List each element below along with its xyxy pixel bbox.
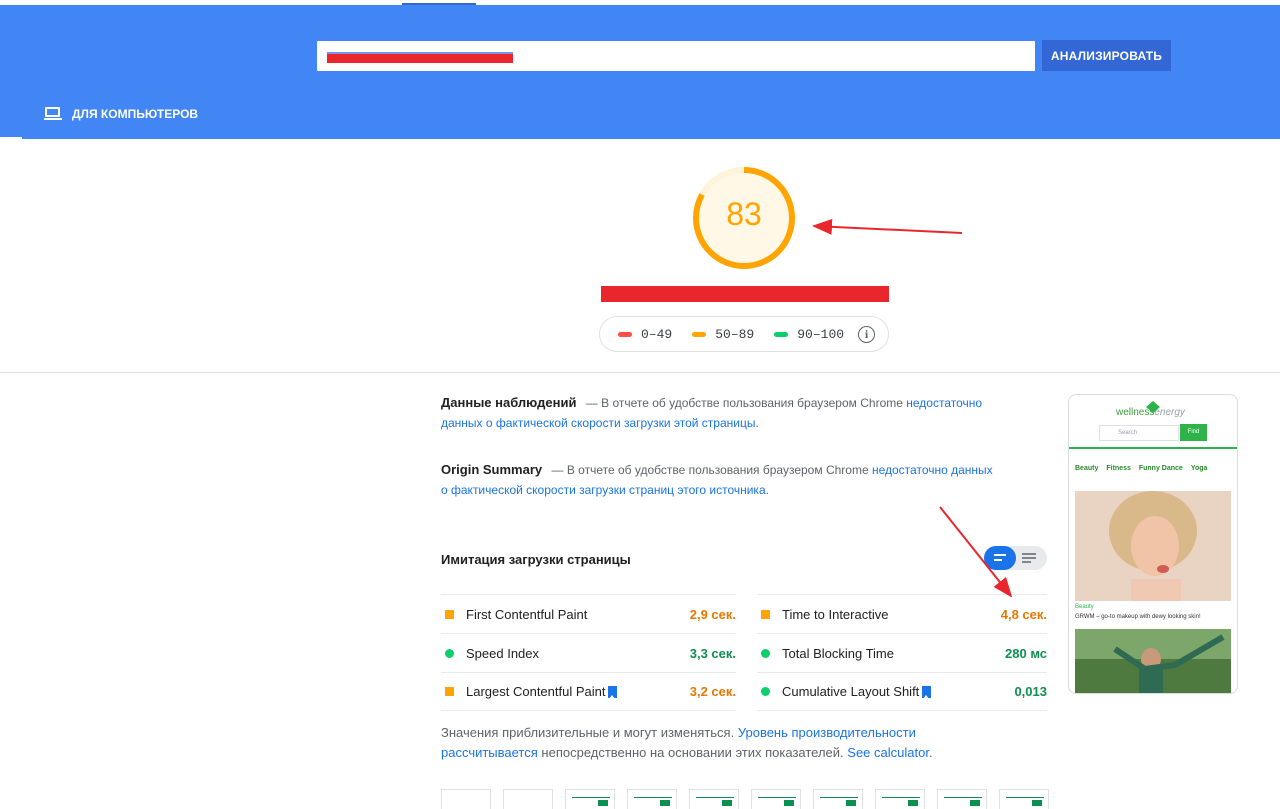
legend-item-fail: 0–49 [618, 327, 672, 342]
origin-summary-text: — В отчете об удобстве пользования брауз… [551, 463, 869, 477]
filmstrip-frame [441, 789, 491, 809]
article-headline: GRWM – go-to makeup with dewy looking sk… [1075, 614, 1201, 620]
metric-value: 2,9 сек. [689, 606, 736, 622]
analyze-button[interactable]: АНАЛИЗИРОВАТЬ [1042, 40, 1171, 71]
metric-total-blocking-time: Total Blocking Time 280 мс [757, 633, 1047, 672]
metric-largest-contentful-paint: Largest Contentful Paint 3,2 сек. [441, 672, 736, 711]
site-nav-item: Funny Dance [1138, 465, 1183, 472]
info-icon[interactable]: i [858, 325, 876, 343]
filmstrip-frame [751, 789, 801, 809]
legend-fail-marker [618, 331, 632, 337]
average-square-icon [445, 609, 454, 619]
site-search-input: Search [1099, 425, 1179, 441]
origin-summary-label: Origin Summary [441, 462, 543, 477]
metrics-column-left: First Contentful Paint 2,9 сек. Speed In… [441, 594, 736, 711]
metric-value: 0,013 [1014, 684, 1047, 699]
filmstrip-frame [813, 789, 863, 809]
url-title-redaction [601, 286, 889, 302]
note-text-2: непосредственно на основании этих показа… [537, 745, 848, 760]
metric-label: Speed Index [466, 645, 540, 661]
tab-desktop-label: ДЛЯ КОМПЬЮТЕРОВ [72, 107, 199, 121]
site-nav: Beauty Fitness Funny Dance Yoga [1075, 465, 1207, 472]
leaf-icon [1146, 401, 1160, 413]
arrow-to-score [812, 218, 963, 235]
score-legend: 0–49 50–89 90–100 i [599, 316, 889, 352]
filmstrip-frame [503, 789, 553, 809]
legend-item-pass: 90–100 [774, 327, 844, 342]
final-screenshot: wellnessenergy Search Find Beauty Fitnes… [1068, 394, 1238, 694]
bookmark-icon [922, 685, 932, 699]
legend-fail-label: 0–49 [641, 326, 673, 342]
field-data-text: — В отчете об удобстве пользования брауз… [585, 396, 903, 410]
section-divider [0, 372, 1280, 373]
field-data-section: Данные наблюдений — В отчете об удобстве… [441, 393, 1001, 433]
filmstrip-frame [999, 789, 1049, 809]
site-nav-item: Yoga [1190, 465, 1208, 472]
pagespeed-page: АНАЛИЗИРОВАТЬ ДЛЯ КОМПЬЮТЕРОВ 83 0–49 50… [0, 0, 1280, 809]
filmstrip-frame [875, 789, 925, 809]
legend-item-average: 50–89 [692, 327, 754, 342]
lab-data-title: Имитация загрузки страницы [441, 552, 631, 567]
pass-circle-icon [445, 648, 454, 658]
metrics-note: Значения приблизительные и могут изменят… [441, 723, 1001, 763]
metric-label: Total Blocking Time [782, 645, 894, 661]
metrics-column-right: Time to Interactive 4,8 сек. Total Block… [757, 594, 1047, 711]
filmstrip-frame [689, 789, 739, 809]
average-square-icon [761, 609, 770, 619]
pass-circle-icon [761, 687, 770, 696]
metric-label: Time to Interactive [782, 606, 889, 622]
origin-summary-period: . [765, 483, 769, 497]
filmstrip-frame [937, 789, 987, 809]
metric-time-to-interactive: Time to Interactive 4,8 сек. [757, 594, 1047, 633]
metric-speed-index: Speed Index 3,3 сек. [441, 633, 736, 672]
metric-value: 280 мс [1005, 645, 1047, 661]
site-nav-item: Beauty [1075, 465, 1099, 472]
metric-label: First Contentful Paint [466, 606, 588, 622]
filmstrip-frame [565, 789, 615, 809]
article-category: Beauty [1075, 604, 1094, 610]
legend-pass-label: 90–100 [797, 326, 845, 342]
metric-value: 4,8 сек. [1000, 606, 1047, 622]
calculator-link[interactable]: See calculator [847, 745, 929, 760]
bookmark-icon [608, 685, 618, 699]
note-text: Значения приблизительные и могут изменят… [441, 725, 738, 740]
origin-summary-section: Origin Summary — В отчете об удобстве по… [441, 460, 1001, 500]
note-period: . [928, 745, 933, 760]
pass-circle-icon [761, 648, 770, 658]
field-data-period: . [755, 416, 759, 430]
filmstrip-frame [627, 789, 677, 809]
metric-label: Cumulative Layout Shift [782, 684, 920, 699]
filmstrip [441, 789, 1061, 809]
legend-pass-marker [774, 331, 789, 337]
average-square-icon [445, 687, 454, 696]
metric-value: 3,3 сек. [689, 645, 736, 661]
site-logo: wellnessenergy [1116, 401, 1185, 418]
url-redaction [327, 52, 513, 63]
site-nav-item: Fitness [1106, 465, 1131, 472]
site-header-line [1069, 447, 1237, 449]
metric-cumulative-layout-shift: Cumulative Layout Shift 0,013 [757, 672, 1047, 711]
field-data-label: Данные наблюдений [441, 395, 577, 410]
tab-desktop[interactable]: ДЛЯ КОМПЬЮТЕРОВ [44, 104, 198, 124]
metric-value: 3,2 сек. [689, 684, 736, 699]
legend-average-marker [692, 331, 707, 337]
laptop-icon [44, 107, 62, 121]
performance-score: 83 [726, 196, 762, 232]
article-photo [1075, 491, 1231, 601]
metric-first-contentful-paint: First Contentful Paint 2,9 сек. [441, 594, 736, 633]
article-photo-2 [1075, 629, 1231, 693]
tab-underline [0, 137, 22, 139]
metrics-view-toggle[interactable] [984, 546, 1047, 570]
legend-average-label: 50–89 [715, 326, 755, 342]
site-find-button: Find [1180, 424, 1207, 441]
compact-view-icon[interactable] [984, 546, 1016, 570]
metric-label: Largest Contentful Paint [466, 684, 606, 699]
